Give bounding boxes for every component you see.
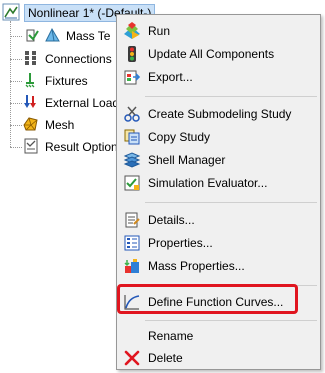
menu-item-create-submodeling-study[interactable]: Create Submodeling Study xyxy=(119,103,318,125)
menu-item-label: Delete xyxy=(148,351,183,365)
menu-separator xyxy=(145,96,317,97)
part-body-icon xyxy=(24,26,64,47)
connections-icon xyxy=(22,49,40,70)
menu-item-properties[interactable]: Properties... xyxy=(119,232,318,254)
menu-item-run[interactable]: Run xyxy=(119,20,318,42)
menu-separator xyxy=(145,320,317,321)
context-menu: Run Update All Components Export... Crea… xyxy=(116,14,321,370)
tree-connector xyxy=(10,59,22,60)
update-components-icon xyxy=(122,44,142,64)
menu-item-label: Copy Study xyxy=(148,130,211,144)
menu-item-label: Create Submodeling Study xyxy=(148,107,292,121)
tree-connector xyxy=(10,103,22,104)
tree-connector xyxy=(10,125,22,126)
tree-item-external-loads[interactable]: External Load xyxy=(22,93,119,113)
menu-item-rename[interactable]: Rename xyxy=(119,325,318,347)
tree-connector xyxy=(10,36,22,37)
highlight-annotation-box xyxy=(117,284,298,314)
external-loads-icon xyxy=(22,93,40,114)
menu-item-update-all-components[interactable]: Update All Components xyxy=(119,43,318,65)
result-options-icon xyxy=(22,137,40,158)
menu-item-export[interactable]: Export... xyxy=(119,66,318,88)
tree-item-label: Mesh xyxy=(45,118,75,132)
menu-separator xyxy=(145,202,317,203)
screenshot-root: Nonlinear 1* (-Default-) Mass Te Connect… xyxy=(0,0,325,373)
tree-connector xyxy=(10,81,22,82)
export-icon xyxy=(122,67,142,87)
menu-item-simulation-evaluator[interactable]: Simulation Evaluator... xyxy=(119,172,318,194)
tree-item-mesh[interactable]: Mesh xyxy=(22,115,74,135)
properties-icon xyxy=(122,233,142,253)
study-icon xyxy=(2,3,20,24)
shell-manager-icon xyxy=(122,150,142,170)
submodeling-icon xyxy=(122,104,142,124)
simulation-evaluator-icon xyxy=(122,173,142,193)
run-icon xyxy=(122,21,142,41)
menu-item-label: Mass Properties... xyxy=(148,259,245,273)
menu-item-copy-study[interactable]: Copy Study xyxy=(119,126,318,148)
menu-item-label: Export... xyxy=(148,70,193,84)
menu-item-label: Run xyxy=(148,24,171,38)
mesh-icon xyxy=(22,115,40,136)
mass-properties-icon xyxy=(122,256,142,276)
copy-study-icon xyxy=(122,127,142,147)
details-icon xyxy=(122,210,142,230)
tree-item-label: Result Option xyxy=(45,140,118,154)
menu-item-label: Details... xyxy=(148,213,195,227)
menu-item-label: Properties... xyxy=(148,236,213,250)
menu-item-delete[interactable]: Delete xyxy=(119,347,318,369)
tree-item-connections[interactable]: Connections xyxy=(22,49,112,69)
tree-connector xyxy=(10,147,22,148)
menu-item-label: Shell Manager xyxy=(148,153,226,167)
tree-item-fixtures[interactable]: Fixtures xyxy=(22,71,88,91)
menu-item-details[interactable]: Details... xyxy=(119,209,318,231)
delete-icon xyxy=(122,348,142,368)
tree-connector xyxy=(10,21,11,147)
tree-item-part[interactable]: Mass Te xyxy=(24,26,110,46)
menu-item-mass-properties[interactable]: Mass Properties... xyxy=(119,255,318,277)
menu-item-shell-manager[interactable]: Shell Manager xyxy=(119,149,318,171)
tree-item-label: External Load xyxy=(45,96,120,110)
fixtures-icon xyxy=(22,71,40,92)
menu-item-label: Rename xyxy=(148,329,194,343)
menu-item-label: Simulation Evaluator... xyxy=(148,176,268,190)
tree-item-label: Mass Te xyxy=(66,29,111,43)
tree-item-result-options[interactable]: Result Option xyxy=(22,137,118,157)
tree-item-label: Connections xyxy=(45,52,112,66)
tree-item-label: Fixtures xyxy=(45,74,88,88)
menu-item-label: Update All Components xyxy=(148,47,275,61)
